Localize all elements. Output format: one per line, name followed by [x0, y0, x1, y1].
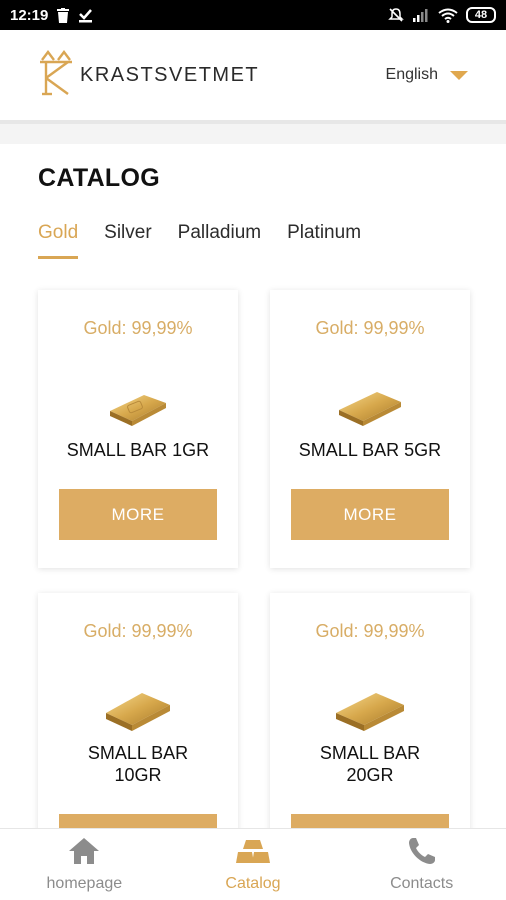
metal-tabs: Gold Silver Palladium Platinum: [38, 222, 361, 259]
language-selector[interactable]: English: [386, 66, 468, 84]
battery-indicator: 48: [466, 7, 496, 23]
tab-gold[interactable]: Gold: [38, 222, 79, 259]
tab-platinum[interactable]: Platinum: [287, 222, 361, 259]
product-card[interactable]: Gold: 99,99% SMALL BAR 10GR MORE: [38, 593, 238, 865]
page-title: CATALOG: [38, 164, 160, 192]
product-name: SMALL BAR 20GR: [319, 743, 421, 785]
home-icon: [67, 836, 101, 871]
status-bar: 12:19 48: [0, 0, 506, 30]
product-card[interactable]: Gold: 99,99% SMALL BAR 20GR MORE: [270, 593, 470, 865]
product-purity: Gold: 99,99%: [83, 621, 193, 641]
nav-item-homepage[interactable]: homepage: [14, 836, 154, 893]
logo[interactable]: KRASTSVETMET: [38, 49, 260, 101]
download-done-icon: [78, 8, 93, 23]
status-right: 48: [388, 7, 496, 23]
product-purity: Gold: 99,99%: [315, 621, 425, 641]
gold-bar-icon: [332, 682, 408, 738]
more-button[interactable]: MORE: [291, 489, 449, 540]
logo-text: KRASTSVETMET: [80, 63, 260, 86]
logo-mark-icon: [38, 49, 74, 101]
wifi-icon: [438, 8, 458, 23]
more-button[interactable]: MORE: [59, 489, 217, 540]
nav-label: Contacts: [390, 875, 454, 892]
nav-label: homepage: [46, 875, 123, 892]
mute-icon: [388, 7, 404, 23]
nav-item-catalog[interactable]: Catalog: [183, 836, 323, 893]
product-name: SMALL BAR 5GR: [298, 440, 442, 460]
gold-bars-icon: [235, 836, 271, 871]
product-purity: Gold: 99,99%: [315, 318, 425, 338]
status-left: 12:19: [10, 7, 93, 24]
signal-icon: [412, 8, 430, 22]
chevron-down-icon: [450, 70, 468, 80]
trash-icon: [56, 7, 70, 23]
status-time: 12:19: [10, 6, 49, 24]
product-name: SMALL BAR 10GR: [87, 743, 189, 785]
product-purity: Gold: 99,99%: [83, 318, 193, 338]
product-card[interactable]: Gold: 99,99% SMALL BAR 5GR MORE: [270, 290, 470, 568]
nav-label: Catalog: [225, 875, 281, 892]
header-divider-band: [0, 124, 506, 144]
gold-bar-icon: [335, 379, 405, 435]
app-header: KRASTSVETMET English: [0, 30, 506, 124]
gold-bar-icon: [106, 379, 170, 435]
tab-palladium[interactable]: Palladium: [178, 222, 261, 259]
tab-silver[interactable]: Silver: [104, 222, 152, 259]
gold-bar-icon: [102, 682, 174, 738]
phone-icon: [407, 836, 437, 871]
language-label: English: [385, 66, 438, 83]
product-name: SMALL BAR 1GR: [66, 440, 210, 460]
bottom-navigation: homepage Catalog Contacts: [0, 828, 506, 900]
nav-item-contacts[interactable]: Contacts: [352, 836, 492, 893]
product-card[interactable]: Gold: 99,99% SMALL BAR 1GR MORE: [38, 290, 238, 568]
